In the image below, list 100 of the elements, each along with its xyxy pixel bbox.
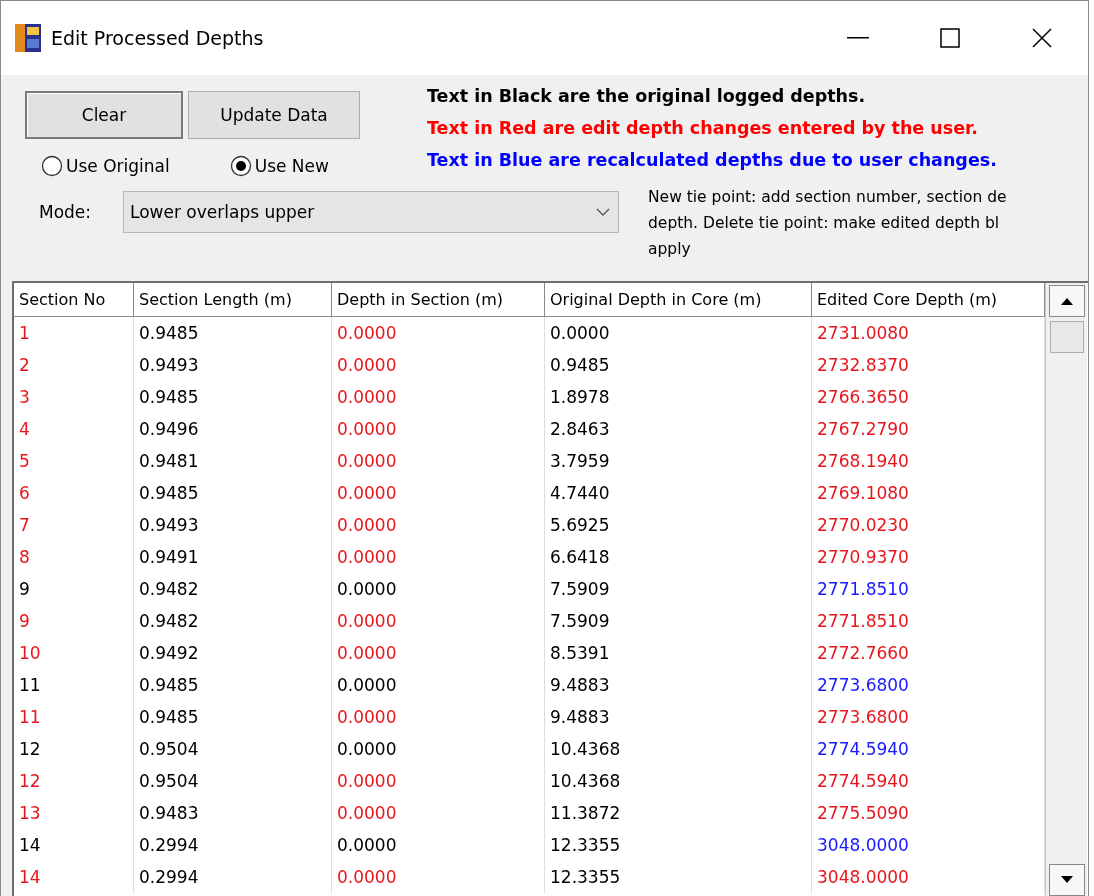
legend-text: Text in Red are edit depth changes entered by the user. [427, 117, 979, 140]
table-cell: 14 [14, 829, 134, 861]
table-cell: 0.0000 [332, 413, 545, 445]
table-cell: 9.4883 [545, 701, 812, 733]
table-cell: 9 [14, 605, 134, 637]
column-header[interactable]: Section Length (m) [134, 283, 332, 317]
table-cell: 0.0000 [332, 509, 545, 541]
scrollbar-thumb[interactable] [1049, 321, 1084, 353]
clear-button[interactable]: Clear [25, 91, 183, 139]
update-data-button[interactable]: Update Data [188, 91, 360, 139]
table-cell: 0.0000 [332, 477, 545, 509]
column-header[interactable]: Depth in Section (m) [332, 283, 545, 317]
mode-dropdown[interactable]: Lower overlaps upper [123, 191, 619, 233]
maximize-icon [940, 28, 960, 48]
column-header[interactable]: Original Depth in Core (m) [545, 283, 812, 317]
table-cell: 0.9491 [134, 541, 332, 573]
table-cell: 6.6418 [545, 541, 812, 573]
table-cell: 11 [14, 669, 134, 701]
table-cell: 10.4368 [545, 765, 812, 797]
radio-label[interactable]: Use Original [66, 156, 170, 176]
table-cell: 7.5909 [545, 573, 812, 605]
table-cell: 0.0000 [332, 541, 545, 573]
table-cell: 0.9493 [134, 349, 332, 381]
table-cell: 0.2994 [134, 861, 332, 893]
column-header[interactable]: Section No [14, 283, 134, 317]
table-cell: 1.8978 [545, 381, 812, 413]
table-cell: 0.2994 [134, 829, 332, 861]
table-cell: 0.9482 [134, 573, 332, 605]
table-cell: 11 [14, 701, 134, 733]
app-logo-icon [15, 24, 41, 52]
help-note: New tie point: add section number, section de depth. Delete tie point: make edited depth bl apply [648, 187, 1008, 260]
table-cell: 0.0000 [332, 701, 545, 733]
table-cell: 0.9481 [134, 445, 332, 477]
table-cell: 6 [14, 477, 134, 509]
radio-button[interactable] [229, 155, 252, 177]
table-cell: 0.0000 [332, 733, 545, 765]
table-cell: 0.9483 [134, 797, 332, 829]
table-cell: 0.9496 [134, 413, 332, 445]
table-cell: 8.5391 [545, 637, 812, 669]
table-cell: 0.0000 [332, 317, 545, 349]
table-cell: 2.8463 [545, 413, 812, 445]
table-cell: 14 [14, 861, 134, 893]
close-icon [1032, 28, 1052, 48]
table-cell: 12.3355 [545, 829, 812, 861]
chevron-down-icon [596, 208, 610, 216]
table-cell: 10.4368 [545, 733, 812, 765]
mode-label: Mode: [39, 202, 93, 222]
scroll-down-button[interactable] [1048, 864, 1085, 896]
table-cell: 3 [14, 381, 134, 413]
table-cell: 11.3872 [545, 797, 812, 829]
table-cell: 0.0000 [332, 349, 545, 381]
table-cell: 0.0000 [332, 381, 545, 413]
table-cell: 9.4883 [545, 669, 812, 701]
table-cell: 0.0000 [332, 669, 545, 701]
table-cell: 2 [14, 349, 134, 381]
table-cell: 12 [14, 765, 134, 797]
table-cell: 3.7959 [545, 445, 812, 477]
minimize-icon [847, 37, 869, 39]
table-cell: 1 [14, 317, 134, 349]
table-cell: 0.9493 [134, 509, 332, 541]
table-cell: 0.0000 [332, 829, 545, 861]
table-cell: 5.6925 [545, 509, 812, 541]
table-cell: 7 [14, 509, 134, 541]
table-cell: 0.0000 [332, 797, 545, 829]
table-cell: 0.9504 [134, 733, 332, 765]
table-cell: 0.0000 [332, 637, 545, 669]
scroll-up-button[interactable] [1048, 285, 1085, 317]
legend-text: Text in Blue are recalculated depths due to user changes. [427, 149, 998, 172]
window-title: Edit Processed Depths [51, 27, 265, 49]
triangle-down-icon [1060, 876, 1073, 884]
legend-text: Text in Black are the original logged depths. [427, 85, 867, 108]
triangle-up-icon [1060, 297, 1073, 305]
table-cell: 10 [14, 637, 134, 669]
table-cell: 4 [14, 413, 134, 445]
table-cell: 0.9485 [134, 477, 332, 509]
table-cell: 4.7440 [545, 477, 812, 509]
table-cell: 0.0000 [332, 605, 545, 637]
table-cell: 0.9485 [134, 317, 332, 349]
radio-label[interactable]: Use New [254, 156, 329, 176]
table-cell: 12 [14, 733, 134, 765]
table-cell: 8 [14, 541, 134, 573]
table-cell: 5 [14, 445, 134, 477]
table-cell: 0.9485 [545, 349, 812, 381]
table-cell: 0.0000 [332, 445, 545, 477]
table-cell: 0.9485 [134, 381, 332, 413]
table-cell: 0.9504 [134, 765, 332, 797]
table-cell: 0.0000 [332, 765, 545, 797]
table-cell: 0.0000 [545, 317, 812, 349]
table-cell: 0.9485 [134, 669, 332, 701]
column-header[interactable]: Edited Core Depth (m) [812, 283, 1045, 317]
radio-button[interactable] [41, 155, 63, 177]
table-cell: 13 [14, 797, 134, 829]
table-cell: 12.3355 [545, 861, 812, 893]
table-cell: 0.0000 [332, 861, 545, 893]
table-cell: 9 [14, 573, 134, 605]
table-cell: 0.9485 [134, 701, 332, 733]
table-cell: 7.5909 [545, 605, 812, 637]
table-cell: 0.9492 [134, 637, 332, 669]
table-cell: 0.9482 [134, 605, 332, 637]
table-cell: 0.0000 [332, 573, 545, 605]
